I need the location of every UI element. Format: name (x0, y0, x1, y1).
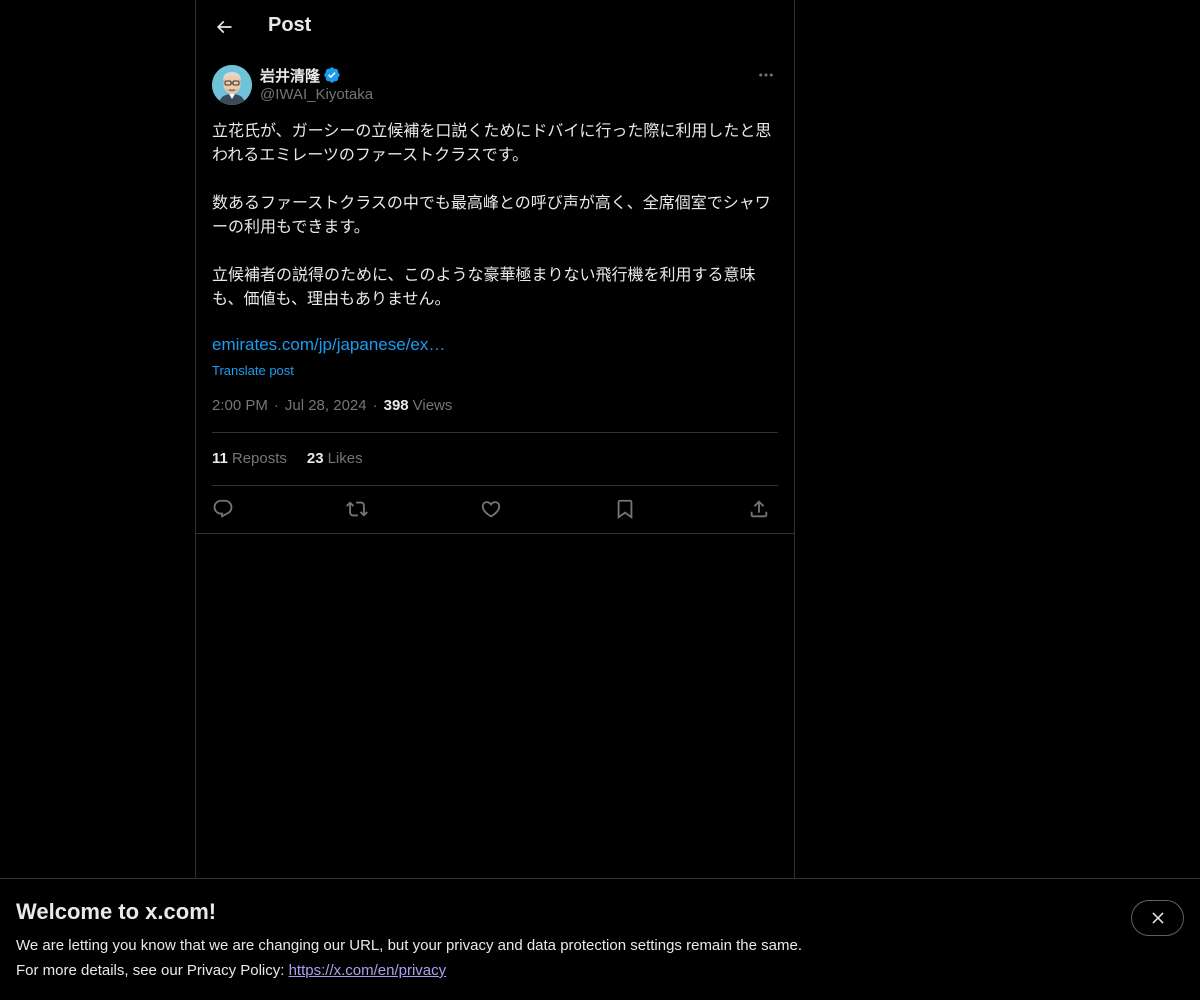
banner-privacy-prefix: For more details, see our Privacy Policy… (16, 962, 289, 979)
tweet-date[interactable]: Jul 28, 2024 (285, 397, 367, 414)
bookmark-button[interactable] (612, 496, 638, 522)
engagement-stats: 11 Reposts 23 Likes (212, 450, 383, 467)
back-button[interactable] (206, 9, 242, 45)
reply-icon (213, 499, 233, 518)
likes-label: Likes (327, 450, 363, 467)
tweet-meta: 2:00 PM · Jul 28, 2024 · 398 Views (212, 397, 452, 414)
divider (212, 432, 778, 433)
tweet-text: 立花氏が、ガーシーの立候補を口説くためにドバイに行った際に利用したと思われるエミ… (212, 119, 778, 335)
views-count: 398 (383, 397, 409, 414)
views-label: Views (412, 397, 453, 414)
divider (212, 485, 778, 486)
bookmark-icon (617, 499, 633, 520)
main-column: Post 岩井清隆 @IWAI_Kiyotaka 立花氏が、ガーシーの立候補を口… (195, 0, 795, 1000)
banner-message: We are letting you know that we are chan… (16, 937, 802, 954)
share-button[interactable] (746, 496, 772, 522)
display-name-wrap: 岩井清隆 (260, 65, 341, 85)
tweet-time[interactable]: 2:00 PM (212, 397, 268, 414)
action-bar (212, 496, 778, 522)
close-banner-button[interactable] (1131, 900, 1184, 936)
share-icon (750, 500, 768, 518)
more-dots-icon (759, 73, 773, 77)
likes-stat[interactable]: 23 Likes (307, 450, 363, 467)
translate-post-button[interactable]: Translate post (212, 363, 294, 378)
reposts-stat[interactable]: 11 Reposts (212, 450, 287, 467)
reply-button[interactable] (210, 496, 236, 522)
author-handle[interactable]: @IWAI_Kiyotaka (260, 86, 373, 103)
likes-count: 23 (306, 450, 324, 467)
author-row: 岩井清隆 @IWAI_Kiyotaka (212, 65, 778, 107)
display-name[interactable]: 岩井清隆 (260, 65, 320, 86)
like-icon (481, 501, 501, 518)
verified-badge-icon (323, 66, 341, 84)
more-options-button[interactable] (754, 65, 778, 85)
post-bottom-border (196, 533, 794, 534)
tweet-paragraph: 数あるファーストクラスの中でも最高峰との呼び声が高く、全席個室でシャワーの利用も… (212, 193, 771, 236)
like-button[interactable] (478, 496, 504, 522)
avatar-illustration-icon (212, 65, 252, 105)
banner-privacy-line: For more details, see our Privacy Policy… (16, 962, 446, 979)
post-header: Post (196, 0, 794, 54)
repost-icon (346, 501, 368, 517)
url-change-banner: Welcome to x.com! We are letting you kno… (0, 878, 1200, 1000)
avatar[interactable] (212, 65, 252, 105)
reposts-label: Reposts (231, 450, 287, 467)
reposts-count: 11 (212, 450, 228, 467)
close-icon (1151, 912, 1164, 924)
separator-dot: · (372, 397, 378, 414)
page-title: Post (268, 14, 312, 36)
tweet-paragraph: 立花氏が、ガーシーの立候補を口説くためにドバイに行った際に利用したと思われるエミ… (212, 121, 772, 164)
tweet-paragraph: 立候補者の説得のために、このような豪華極まりない飛行機を利用する意味も、価値も、… (212, 265, 756, 308)
repost-button[interactable] (344, 496, 370, 522)
separator-dot: · (273, 397, 279, 414)
privacy-policy-link[interactable]: https://x.com/en/privacy (289, 962, 447, 979)
tweet-link[interactable]: emirates.com/jp/japanese/ex… (212, 335, 445, 355)
banner-title: Welcome to x.com! (16, 899, 217, 924)
arrow-left-icon (216, 20, 232, 34)
